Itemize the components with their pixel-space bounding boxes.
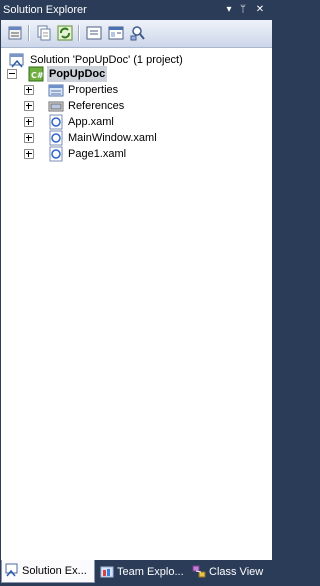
references-icon: [48, 98, 64, 114]
expand-toggle[interactable]: [24, 101, 34, 111]
expand-toggle[interactable]: [24, 85, 34, 95]
tab-label: Solution Ex...: [22, 565, 87, 577]
solution-tree[interactable]: Solution 'PopUpDoc' (1 project) C# PopUp…: [1, 48, 272, 560]
class-diagram-icon[interactable]: [129, 24, 147, 42]
solution-explorer-icon: [5, 563, 19, 577]
collapse-toggle[interactable]: [7, 69, 17, 79]
xaml-file-icon: [48, 114, 64, 130]
tree-item-label: App.xaml: [68, 116, 114, 128]
xaml-file-icon: [48, 146, 64, 162]
view-code-icon[interactable]: [85, 24, 103, 42]
solution-explorer-panel: Solution Explorer ▾ ᛘ ✕ Solution 'PopUpD…: [0, 0, 273, 584]
svg-text:C#: C#: [31, 71, 44, 80]
csharp-project-icon: C#: [28, 66, 44, 82]
tab-class-view[interactable]: Class View: [189, 562, 271, 582]
view-designer-icon[interactable]: [107, 24, 125, 42]
show-all-files-icon[interactable]: [35, 24, 53, 42]
toolbar-separator: [28, 25, 30, 41]
panel-title: Solution Explorer: [3, 4, 87, 16]
tool-window-tabs: Solution Ex... Team Explo... Class View: [0, 560, 273, 584]
title-bar: Solution Explorer ▾ ᛘ ✕: [0, 0, 273, 20]
expand-toggle[interactable]: [24, 133, 34, 143]
properties-icon[interactable]: [7, 24, 25, 42]
expand-toggle[interactable]: [24, 149, 34, 159]
tree-item-label: MainWindow.xaml: [68, 132, 157, 144]
class-view-icon: [192, 565, 206, 579]
tab-label: Class View: [209, 566, 264, 578]
refresh-icon[interactable]: [56, 24, 74, 42]
team-explorer-icon: [100, 565, 114, 579]
tree-item-label: Properties: [68, 84, 119, 96]
toolbar-separator: [78, 25, 80, 41]
window-position-dropdown-icon[interactable]: ▾: [223, 3, 235, 16]
xaml-file-icon: [48, 130, 64, 146]
tree-item-label: Page1.xaml: [68, 148, 127, 160]
expand-toggle[interactable]: [24, 117, 34, 127]
tab-label: Team Explo...: [117, 566, 184, 578]
pin-icon[interactable]: ᛘ: [237, 3, 249, 16]
tab-solution-explorer[interactable]: Solution Ex...: [1, 560, 95, 583]
close-icon[interactable]: ✕: [254, 3, 266, 16]
solution-icon: [9, 52, 25, 68]
project-label: PopUpDoc: [47, 66, 108, 82]
tree-item-label: References: [68, 100, 125, 112]
properties-folder-icon: [48, 82, 64, 98]
tab-team-explorer[interactable]: Team Explo...: [97, 562, 187, 582]
toolbar: [1, 20, 272, 48]
